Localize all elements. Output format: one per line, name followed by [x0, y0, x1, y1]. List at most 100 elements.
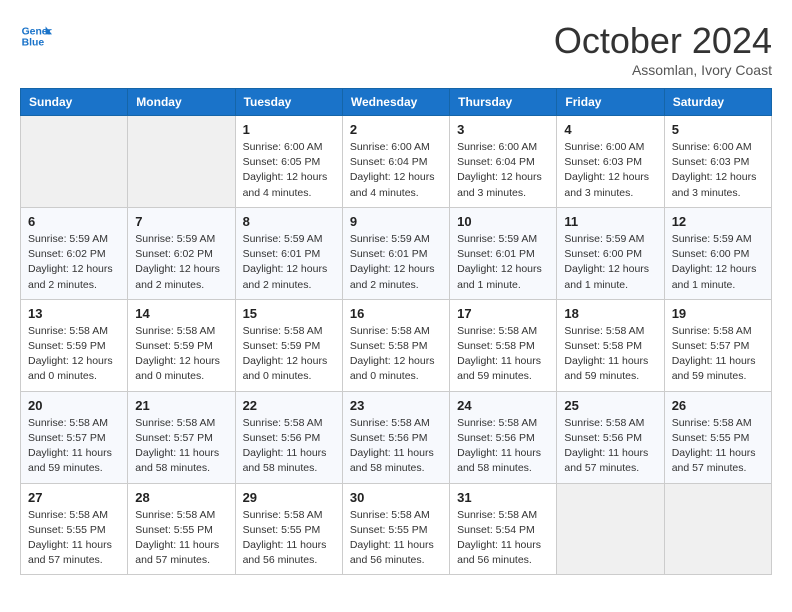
day-number: 6 — [28, 214, 120, 229]
day-info: Sunrise: 5:59 AMSunset: 6:00 PMDaylight:… — [672, 232, 764, 293]
day-info: Sunrise: 5:58 AMSunset: 5:57 PMDaylight:… — [672, 324, 764, 385]
day-number: 30 — [350, 490, 442, 505]
day-number: 22 — [243, 398, 335, 413]
day-info: Sunrise: 5:58 AMSunset: 5:59 PMDaylight:… — [28, 324, 120, 385]
weekday-header: Monday — [128, 89, 235, 116]
calendar-cell: 1 Sunrise: 6:00 AMSunset: 6:05 PMDaylight… — [235, 116, 342, 208]
day-info: Sunrise: 6:00 AMSunset: 6:03 PMDaylight:… — [564, 140, 656, 201]
calendar-cell: 11 Sunrise: 5:59 AMSunset: 6:00 PMDayligh… — [557, 207, 664, 299]
calendar-cell: 15 Sunrise: 5:58 AMSunset: 5:59 PMDayligh… — [235, 299, 342, 391]
day-info: Sunrise: 5:58 AMSunset: 5:58 PMDaylight:… — [457, 324, 549, 385]
day-number: 12 — [672, 214, 764, 229]
day-number: 16 — [350, 306, 442, 321]
calendar-cell: 2Sunrise: 6:00 AMSunset: 6:04 PMDaylight… — [342, 116, 449, 208]
calendar-cell: 22Sunrise: 5:58 AMSunset: 5:56 PMDayligh… — [235, 391, 342, 483]
calendar-cell: 4 Sunrise: 6:00 AMSunset: 6:03 PMDaylight… — [557, 116, 664, 208]
day-info: Sunrise: 5:58 AMSunset: 5:58 PMDaylight:… — [564, 324, 656, 385]
day-info: Sunrise: 6:00 AMSunset: 6:05 PMDaylight:… — [243, 140, 335, 201]
day-info: Sunrise: 5:59 AMSunset: 6:02 PMDaylight:… — [135, 232, 227, 293]
calendar-cell: 25 Sunrise: 5:58 AMSunset: 5:56 PMDayligh… — [557, 391, 664, 483]
weekday-header: Friday — [557, 89, 664, 116]
calendar-cell: 14 Sunrise: 5:58 AMSunset: 5:59 PMDayligh… — [128, 299, 235, 391]
day-number: 2 — [350, 122, 442, 137]
day-number: 9 — [350, 214, 442, 229]
day-number: 21 — [135, 398, 227, 413]
calendar-cell — [21, 116, 128, 208]
day-info: Sunrise: 5:59 AMSunset: 6:01 PMDaylight:… — [350, 232, 442, 293]
day-info: Sunrise: 5:58 AMSunset: 5:54 PMDaylight:… — [457, 508, 549, 569]
day-info: Sunrise: 5:58 AMSunset: 5:57 PMDaylight:… — [135, 416, 227, 477]
page-header: General Blue October 2024 Assomlan, Ivor… — [20, 20, 772, 78]
day-info: Sunrise: 5:58 AMSunset: 5:56 PMDaylight:… — [350, 416, 442, 477]
calendar-cell: 16 Sunrise: 5:58 AMSunset: 5:58 PMDayligh… — [342, 299, 449, 391]
day-number: 25 — [564, 398, 656, 413]
day-number: 11 — [564, 214, 656, 229]
calendar-week-row: 13 Sunrise: 5:58 AMSunset: 5:59 PMDayligh… — [21, 299, 772, 391]
weekday-header-row: SundayMondayTuesdayWednesdayThursdayFrid… — [21, 89, 772, 116]
day-number: 26 — [672, 398, 764, 413]
calendar-cell — [128, 116, 235, 208]
day-number: 27 — [28, 490, 120, 505]
day-info: Sunrise: 5:58 AMSunset: 5:59 PMDaylight:… — [135, 324, 227, 385]
day-info: Sunrise: 5:58 AMSunset: 5:56 PMDaylight:… — [457, 416, 549, 477]
day-number: 4 — [564, 122, 656, 137]
weekday-header: Wednesday — [342, 89, 449, 116]
calendar-cell: 23 Sunrise: 5:58 AMSunset: 5:56 PMDayligh… — [342, 391, 449, 483]
day-number: 5 — [672, 122, 764, 137]
day-number: 10 — [457, 214, 549, 229]
day-number: 1 — [243, 122, 335, 137]
day-info: Sunrise: 5:58 AMSunset: 5:55 PMDaylight:… — [135, 508, 227, 569]
calendar-cell — [557, 483, 664, 575]
day-number: 3 — [457, 122, 549, 137]
month-title: October 2024 — [554, 20, 772, 62]
day-number: 29 — [243, 490, 335, 505]
day-info: Sunrise: 6:00 AMSunset: 6:03 PMDaylight:… — [672, 140, 764, 201]
calendar-table: SundayMondayTuesdayWednesdayThursdayFrid… — [20, 88, 772, 575]
day-number: 17 — [457, 306, 549, 321]
day-number: 15 — [243, 306, 335, 321]
calendar-cell: 24 Sunrise: 5:58 AMSunset: 5:56 PMDayligh… — [450, 391, 557, 483]
calendar-cell: 30 Sunrise: 5:58 AMSunset: 5:55 PMDayligh… — [342, 483, 449, 575]
calendar-cell: 7 Sunrise: 5:59 AMSunset: 6:02 PMDaylight… — [128, 207, 235, 299]
day-info: Sunrise: 5:59 AMSunset: 6:01 PMDaylight:… — [457, 232, 549, 293]
day-info: Sunrise: 5:58 AMSunset: 5:55 PMDaylight:… — [243, 508, 335, 569]
day-info: Sunrise: 5:59 AMSunset: 6:01 PMDaylight:… — [243, 232, 335, 293]
day-number: 31 — [457, 490, 549, 505]
day-number: 19 — [672, 306, 764, 321]
calendar-cell: 27Sunrise: 5:58 AMSunset: 5:55 PMDayligh… — [21, 483, 128, 575]
calendar-week-row: 27 Sunrise: 5:58 AMSunset: 5:55 PMDayligh… — [21, 483, 772, 575]
day-info: Sunrise: 5:59 AMSunset: 6:00 PMDaylight:… — [564, 232, 656, 293]
day-number: 23 — [350, 398, 442, 413]
calendar-cell — [664, 483, 771, 575]
calendar-cell: 29 Sunrise: 5:58 AMSunset: 5:55 PMDayligh… — [235, 483, 342, 575]
calendar-cell: 10 Sunrise: 5:59 AMSunset: 6:01 PMDayligh… — [450, 207, 557, 299]
day-info: Sunrise: 5:58 AMSunset: 5:59 PMDaylight:… — [243, 324, 335, 385]
day-info: Sunrise: 5:58 AMSunset: 5:55 PMDaylight:… — [350, 508, 442, 569]
day-info: Sunrise: 5:58 AMSunset: 5:55 PMDaylight:… — [672, 416, 764, 477]
day-info: Sunrise: 5:58 AMSunset: 5:58 PMDaylight:… — [350, 324, 442, 385]
day-number: 13 — [28, 306, 120, 321]
day-number: 7 — [135, 214, 227, 229]
day-info: Sunrise: 5:58 AMSunset: 5:57 PMDaylight:… — [28, 416, 120, 477]
calendar-cell: 6Sunrise: 5:59 AMSunset: 6:02 PMDaylight… — [21, 207, 128, 299]
day-number: 18 — [564, 306, 656, 321]
calendar-cell: 5 Sunrise: 6:00 AMSunset: 6:03 PMDaylight… — [664, 116, 771, 208]
calendar-cell: 3 Sunrise: 6:00 AMSunset: 6:04 PMDaylight… — [450, 116, 557, 208]
calendar-week-row: 6 Sunrise: 5:59 AMSunset: 6:02 PMDaylight… — [21, 207, 772, 299]
logo: General Blue — [20, 20, 52, 52]
calendar-cell: 21 Sunrise: 5:58 AMSunset: 5:57 PMDayligh… — [128, 391, 235, 483]
logo-icon: General Blue — [20, 20, 52, 52]
calendar-cell: 12 Sunrise: 5:59 AMSunset: 6:00 PMDayligh… — [664, 207, 771, 299]
weekday-header: Tuesday — [235, 89, 342, 116]
day-info: Sunrise: 6:00 AMSunset: 6:04 PMDaylight:… — [457, 140, 549, 201]
day-info: Sunrise: 5:58 AMSunset: 5:56 PMDaylight:… — [564, 416, 656, 477]
calendar-cell: 9 Sunrise: 5:59 AMSunset: 6:01 PMDaylight… — [342, 207, 449, 299]
calendar-cell: 20Sunrise: 5:58 AMSunset: 5:57 PMDayligh… — [21, 391, 128, 483]
svg-text:Blue: Blue — [22, 38, 45, 49]
calendar-cell: 13 Sunrise: 5:58 AMSunset: 5:59 PMDayligh… — [21, 299, 128, 391]
location-title: Assomlan, Ivory Coast — [554, 62, 772, 78]
calendar-week-row: 1 Sunrise: 6:00 AMSunset: 6:05 PMDaylight… — [21, 116, 772, 208]
day-number: 14 — [135, 306, 227, 321]
day-number: 24 — [457, 398, 549, 413]
calendar-cell: 28Sunrise: 5:58 AMSunset: 5:55 PMDayligh… — [128, 483, 235, 575]
